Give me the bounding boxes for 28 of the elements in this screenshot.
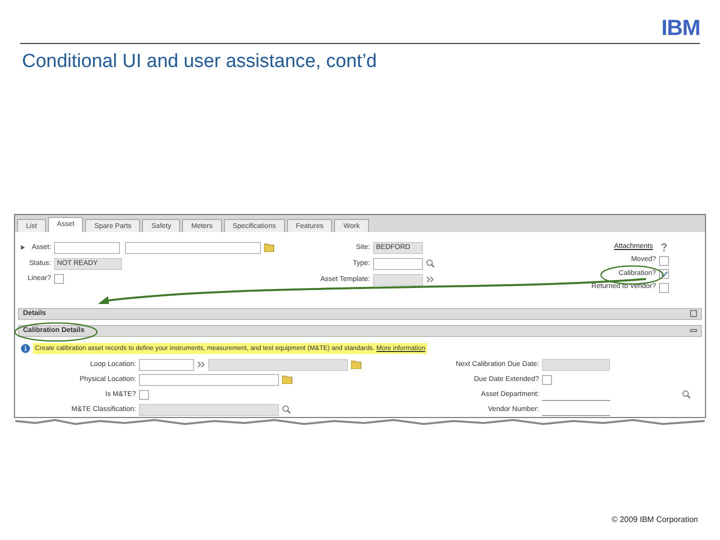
search-icon[interactable]	[282, 405, 291, 414]
folder-icon[interactable]	[264, 243, 276, 252]
input-field[interactable]	[139, 358, 194, 371]
check-icon	[660, 270, 668, 278]
slide-title: Conditional UI and user assistance, cont’d	[22, 50, 378, 74]
help-icon[interactable]	[659, 242, 669, 252]
input-field[interactable]	[373, 258, 423, 270]
readonly-field	[373, 274, 423, 286]
folder-icon[interactable]	[282, 375, 293, 384]
input-field[interactable]	[125, 242, 262, 254]
footer-copyright: © 2009 IBM Corporation	[612, 514, 698, 526]
input-field[interactable]	[139, 374, 279, 386]
checkbox[interactable]	[542, 374, 552, 385]
checkbox[interactable]	[54, 274, 64, 284]
double-chevron-icon[interactable]	[197, 361, 205, 368]
checkbox[interactable]	[659, 282, 669, 292]
checkbox[interactable]	[139, 390, 149, 400]
readonly-field	[542, 358, 610, 371]
info-icon	[21, 344, 30, 353]
search-icon[interactable]	[682, 390, 691, 400]
search-icon[interactable]	[426, 259, 435, 268]
checkbox[interactable]	[659, 256, 669, 266]
input-field[interactable]	[54, 242, 120, 254]
expand-icon[interactable]	[690, 310, 697, 318]
folder-icon[interactable]	[351, 360, 362, 370]
logo: IBM	[661, 17, 700, 39]
collapse-icon[interactable]	[690, 329, 697, 332]
double-chevron-icon[interactable]	[426, 276, 434, 284]
